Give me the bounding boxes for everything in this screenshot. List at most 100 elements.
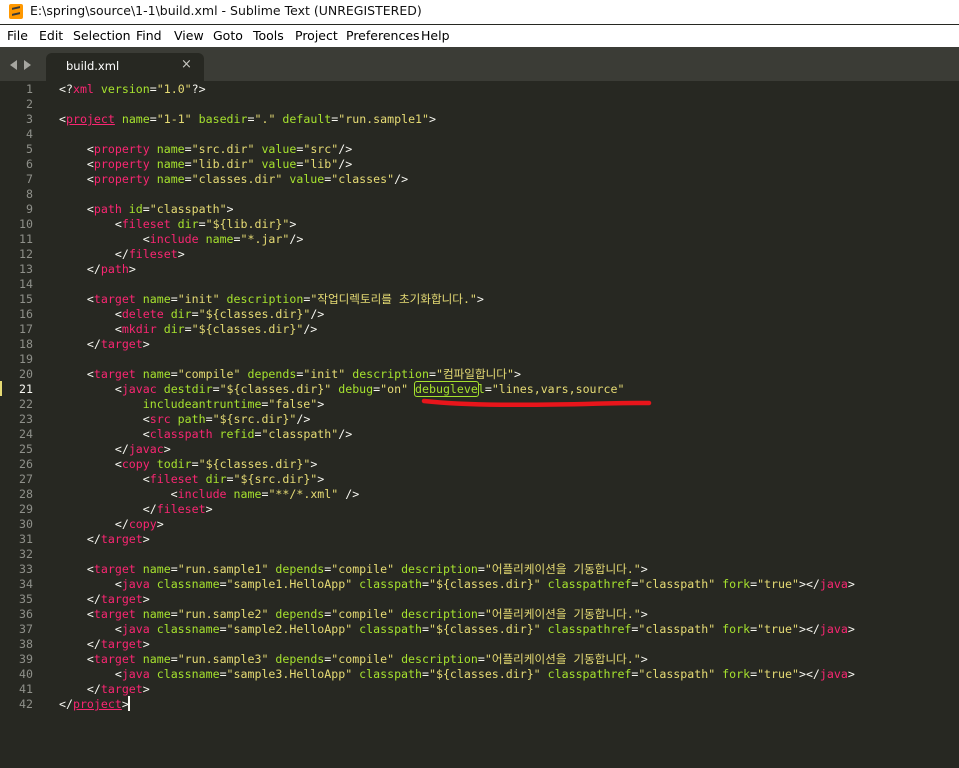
code-punctuation: > [142,592,150,606]
tab-label: build.xml [66,59,120,73]
code-punctuation: = [149,112,157,126]
tab-close-icon[interactable]: × [181,58,192,72]
menu-project[interactable]: Project [295,28,338,43]
code-string: "어플리케이션을 기동합니다." [484,562,641,576]
code-string: "run.sample1" [177,562,269,576]
code-attribute: dir [156,322,185,336]
code-tag-name: property [93,157,150,171]
code-line: <mkdir dir="${classes.dir}"/> [59,322,317,337]
code-punctuation: /> [338,142,353,156]
code-punctuation: > [142,682,150,696]
code-string: "${classes.dir}" [428,667,541,681]
code-punctuation: = [484,382,492,396]
code-attribute: depends [240,367,297,381]
code-tag-name: target [93,562,136,576]
code-string: "compile" [177,367,241,381]
code-tag-name: property [93,172,150,186]
code-punctuation: = [191,457,199,471]
code-punctuation: = [422,577,429,591]
code-punctuation: = [170,607,178,621]
code-punctuation: = [219,622,227,636]
code-line: <target name="run.sample1" depends="comp… [59,562,648,577]
code-punctuation: </ [59,592,101,606]
tab-build-xml[interactable]: build.xml × [46,53,204,81]
menu-file[interactable]: File [7,28,28,43]
code-attribute: dir [163,307,192,321]
code-line: <java classname="sample3.HelloApp" class… [59,667,855,682]
code-tag-name: src [149,412,171,426]
code-punctuation: < [59,652,94,666]
code-attribute: refid [212,427,255,441]
code-tag-name: mkdir [121,322,157,336]
code-tag-name: javac [128,442,164,456]
menu-bar: File Edit Selection Find View Goto Tools… [0,25,959,47]
code-punctuation: = [170,367,178,381]
menu-tools[interactable]: Tools [253,28,284,43]
code-string: "컴파일합니다" [435,367,514,381]
code-attribute: path [170,412,206,426]
menu-goto[interactable]: Goto [213,28,243,43]
code-punctuation: = [422,622,429,636]
code-string: "sample2.HelloApp" [226,622,353,636]
code-punctuation: </ [59,502,157,516]
code-tag-name: fileset [128,247,178,261]
code-tag-name: xml [72,82,94,96]
menu-preferences[interactable]: Preferences [346,28,420,43]
tab-nav-prev-icon[interactable] [10,60,17,70]
code-string: "classes.dir" [191,172,283,186]
code-attribute: name [114,112,150,126]
code-punctuation: < [59,142,94,156]
menu-edit[interactable]: Edit [39,28,63,43]
code-attribute: name [149,142,185,156]
tab-nav-next-icon[interactable] [24,60,31,70]
code-tag-name: fileset [149,472,199,486]
code-string: "lib" [303,157,339,171]
code-punctuation: /> [310,307,325,321]
code-punctuation: > [847,667,855,681]
code-punctuation: > [476,292,484,306]
code-editor[interactable]: <?xml version="1.0"?> <project name="1-1"… [0,81,959,768]
code-line: <property name="src.dir" value="src"/> [59,142,352,157]
code-string: "init" [303,367,346,381]
code-tag-name: path [100,262,129,276]
code-tag-name: delete [121,307,164,321]
code-string: "1-1" [156,112,192,126]
code-punctuation: > [205,502,213,516]
code-punctuation: > [317,397,325,411]
code-punctuation: = [233,232,241,246]
code-punctuation: ></ [798,622,820,636]
code-line: </fileset> [59,247,185,262]
code-punctuation: = [184,157,192,171]
code-punctuation: = [219,667,227,681]
code-punctuation [408,382,415,396]
code-attribute: basedir [191,112,248,126]
code-string: "false" [268,397,318,411]
code-string: "compile" [331,607,395,621]
code-string: "sample1.HelloApp" [226,577,353,591]
code-tag-name: copy [128,517,157,531]
code-tag-name: target [100,592,143,606]
code-line: <path id="classpath"> [59,202,234,217]
code-punctuation: = [205,412,213,426]
code-punctuation: = [184,322,192,336]
code-punctuation: = [477,607,485,621]
code-line: <property name="lib.dir" value="lib"/> [59,157,352,172]
menu-help[interactable]: Help [421,28,450,43]
code-string: "on" [380,382,409,396]
code-line: <include name="*.jar"/> [59,232,304,247]
menu-find[interactable]: Find [136,28,162,43]
code-attribute: default [275,112,332,126]
code-string: "true" [757,667,799,681]
menu-selection[interactable]: Selection [73,28,131,43]
code-tag-name: target [93,367,136,381]
code-attribute: l [477,382,485,396]
code-string: "src" [303,142,339,156]
code-punctuation: = [170,292,178,306]
code-attribute: classpathref [540,577,632,591]
menu-view[interactable]: View [174,28,204,43]
code-punctuation: < [59,322,122,336]
code-punctuation: = [170,562,178,576]
code-punctuation: < [59,217,122,231]
code-punctuation: < [59,562,94,576]
code-line: <target name="run.sample3" depends="comp… [59,652,648,667]
